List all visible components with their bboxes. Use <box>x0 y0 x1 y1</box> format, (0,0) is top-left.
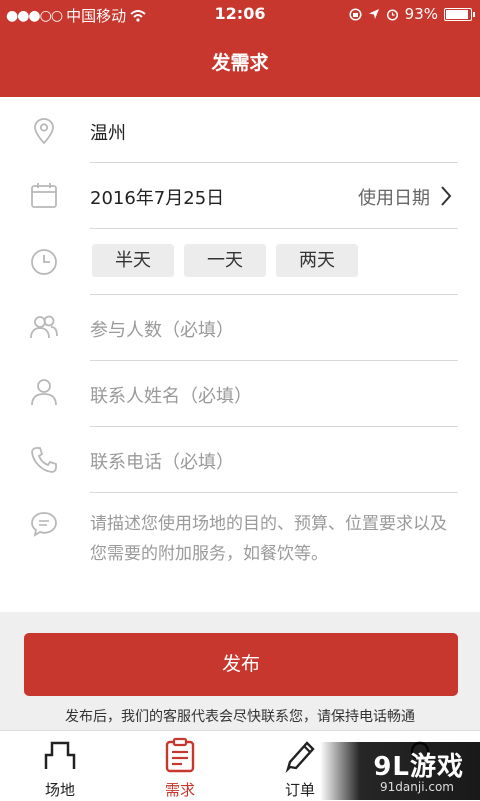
app-header: ●●●○○ 中国移动 12:06 93% 发需求 <box>0 0 480 97</box>
duration-row: 半天 一天 两天 <box>0 229 480 295</box>
requirements-textarea[interactable]: 请描述您使用场地的目的、预算、位置要求以及您需要的附加服务，如餐饮等。 <box>90 509 448 569</box>
chat-bubble-icon <box>31 512 57 537</box>
watermark-logo: 9L游戏 91danji.com <box>320 742 480 800</box>
contact-phone-row[interactable]: 联系电话（必填） <box>0 427 480 493</box>
group-icon <box>30 315 58 339</box>
contact-name-row[interactable]: 联系人姓名（必填） <box>0 361 480 427</box>
pencil-icon <box>285 741 315 773</box>
tab-requests[interactable]: 需求 <box>120 731 240 801</box>
venue-icon <box>44 741 76 769</box>
location-pin-icon <box>34 118 54 145</box>
watermark-brand: 9L游戏 <box>373 752 464 782</box>
request-form: 温州 2016年7月25日 使用日期 半天 一天 两天 参与人数（必填） 联系人… <box>0 97 480 612</box>
participants-row[interactable]: 参与人数（必填） <box>0 295 480 361</box>
tab-venue[interactable]: 场地 <box>0 731 120 801</box>
phone-icon <box>31 447 57 473</box>
watermark-url: 91danji.com <box>380 780 454 794</box>
tab-label: 需求 <box>164 781 195 799</box>
calendar-icon <box>31 183 57 208</box>
location-arrow-icon <box>368 9 379 19</box>
publish-note: 发布后，我们的客服代表会尽快联系您，请保持电话畅通 <box>65 709 415 725</box>
date-row[interactable]: 2016年7月25日 使用日期 <box>0 163 480 229</box>
contact-name-input[interactable]: 联系人姓名（必填） <box>90 382 252 408</box>
person-icon <box>31 379 57 406</box>
contact-phone-input[interactable]: 联系电话（必填） <box>90 448 234 474</box>
clock-icon <box>31 249 57 275</box>
clipboard-icon <box>165 737 195 773</box>
date-value: 2016年7月25日 <box>90 188 225 209</box>
chevron-right-icon[interactable] <box>440 185 452 207</box>
duration-two-days[interactable]: 两天 <box>276 244 358 277</box>
requirements-row[interactable]: 请描述您使用场地的目的、预算、位置要求以及您需要的附加服务，如餐饮等。 <box>0 493 480 612</box>
page-title: 发需求 <box>211 52 269 74</box>
tab-label: 场地 <box>44 781 75 799</box>
battery-icon <box>444 7 475 21</box>
publish-button[interactable]: 发布 <box>24 633 458 696</box>
alarm-icon <box>386 8 398 21</box>
duration-one-day[interactable]: 一天 <box>184 244 266 277</box>
battery-percent: 93% <box>404 5 438 23</box>
location-row[interactable]: 温州 <box>0 97 480 163</box>
participants-input[interactable]: 参与人数（必填） <box>90 316 234 342</box>
status-bar: ●●●○○ 中国移动 12:06 93% <box>0 0 480 28</box>
date-label: 使用日期 <box>358 188 430 209</box>
orientation-lock-icon <box>349 7 362 21</box>
location-value: 温州 <box>90 123 126 144</box>
duration-half-day[interactable]: 半天 <box>92 244 174 277</box>
